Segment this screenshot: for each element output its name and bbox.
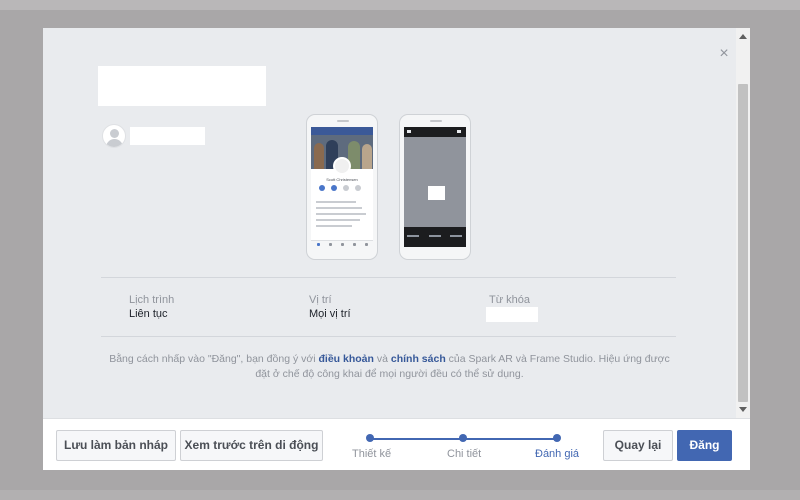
preview-on-mobile-button[interactable]: Xem trước trên di động <box>180 430 323 461</box>
action-icon <box>355 185 361 191</box>
info-row <box>316 219 360 221</box>
phone-app-bar <box>311 127 373 135</box>
step-label-review: Đánh giá <box>535 448 580 460</box>
camera-control <box>450 235 462 237</box>
policy-link[interactable]: chính sách <box>391 353 446 365</box>
terms-text-part: và <box>373 353 391 365</box>
creator-avatar <box>102 124 126 148</box>
terms-text: Bằng cách nhấp vào "Đăng", bạn đồng ý vớ… <box>101 352 678 382</box>
creator-name-placeholder <box>130 127 205 145</box>
info-row <box>316 201 356 203</box>
action-icon <box>319 185 325 191</box>
effect-name-placeholder <box>98 66 266 106</box>
phone-action-icons <box>317 185 367 195</box>
camera-viewport <box>404 137 466 227</box>
scroll-up-arrow-icon[interactable] <box>739 34 747 39</box>
camera-control <box>407 235 419 237</box>
close-icon[interactable]: × <box>717 46 731 62</box>
section-divider <box>101 277 676 278</box>
phone-tab-bar <box>311 240 373 247</box>
tab-icon <box>317 243 320 246</box>
tab-icon <box>353 243 356 246</box>
phone-profile-name: Scott Christensen <box>326 177 358 182</box>
keywords-value-placeholder <box>486 307 538 322</box>
action-icon <box>343 185 349 191</box>
info-row <box>316 225 352 227</box>
phone-preview-camera <box>399 114 471 260</box>
dialog-footer: Lưu làm bản nháp Xem trước trên di động … <box>43 418 750 470</box>
schedule-label: Lịch trình <box>129 294 175 306</box>
keywords-label: Từ khóa <box>489 294 530 306</box>
background-strip-top <box>0 0 800 10</box>
camera-control <box>429 235 441 237</box>
phone-preview-profile: Scott Christensen <box>306 114 378 260</box>
cover-person <box>362 144 372 169</box>
avatar-head-shape <box>110 129 119 138</box>
phone-earpiece <box>430 120 442 122</box>
cover-person <box>314 143 324 169</box>
step-label-details: Chi tiết <box>447 448 482 460</box>
phone-profile-picture <box>333 157 351 175</box>
avatar-body-shape <box>106 139 123 147</box>
info-row <box>316 207 362 209</box>
phone-camera-screen <box>404 127 466 247</box>
location-label: Vị trí <box>309 294 332 306</box>
dialog-scrollbar[interactable] <box>736 28 750 418</box>
section-divider <box>101 336 676 337</box>
phone-screen: Scott Christensen <box>311 127 373 247</box>
save-draft-button[interactable]: Lưu làm bản nháp <box>56 430 176 461</box>
terms-text-part: Bằng cách nhấp vào "Đăng", bạn đồng ý vớ… <box>109 353 319 365</box>
scrollbar-thumb[interactable] <box>738 84 748 402</box>
background-strip-bottom <box>0 490 800 500</box>
camera-switch-icon <box>457 130 461 133</box>
action-icon <box>331 185 337 191</box>
tab-icon <box>341 243 344 246</box>
location-value: Mọi vị trí <box>309 308 351 320</box>
effect-preview-square <box>428 186 445 200</box>
tab-icon <box>329 243 332 246</box>
step-dot-review <box>553 434 561 442</box>
schedule-value: Liên tục <box>129 308 168 320</box>
terms-link[interactable]: điều khoản <box>319 353 374 365</box>
publish-button[interactable]: Đăng <box>677 430 732 461</box>
camera-close-icon <box>407 130 411 133</box>
step-label-design: Thiết kế <box>352 448 392 460</box>
info-row <box>316 213 366 215</box>
step-dot-details <box>459 434 467 442</box>
back-button[interactable]: Quay lại <box>603 430 673 461</box>
scroll-down-arrow-icon[interactable] <box>739 407 747 412</box>
tab-icon <box>365 243 368 246</box>
dialog-body: Scott Christensen Lịch trình Liên tục Vị… <box>43 28 736 418</box>
phone-earpiece <box>337 120 349 122</box>
step-dot-design <box>366 434 374 442</box>
publish-dialog: Scott Christensen Lịch trình Liên tục Vị… <box>43 28 750 470</box>
